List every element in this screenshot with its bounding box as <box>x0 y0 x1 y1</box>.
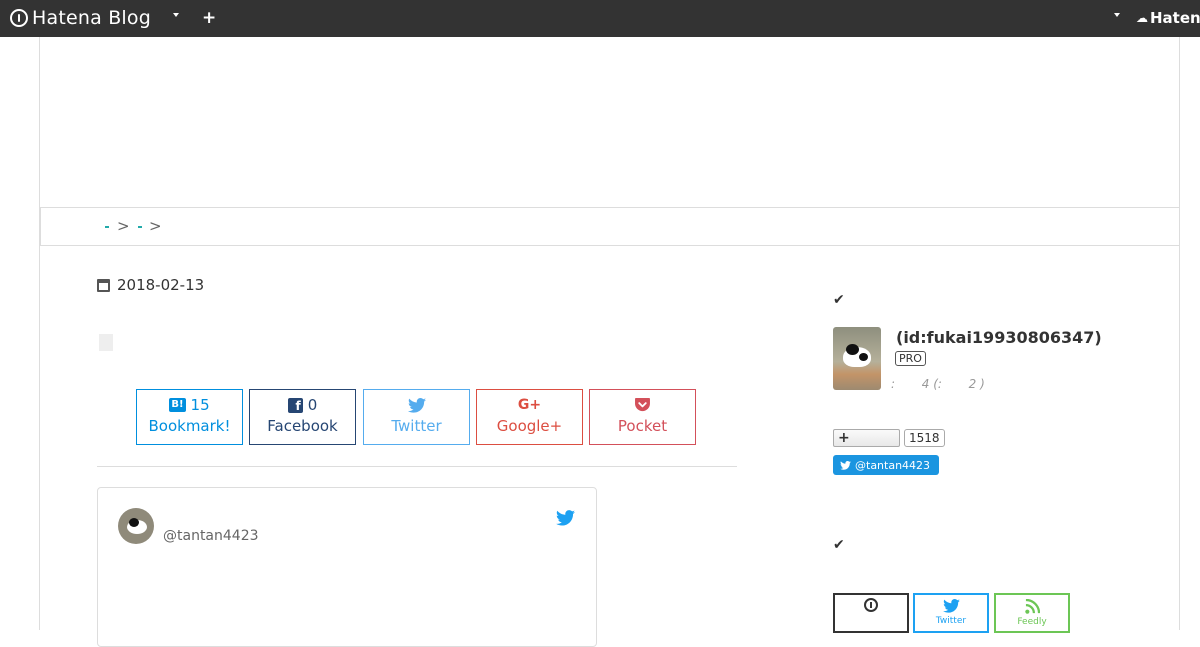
bookmark-label: Bookmark! <box>148 417 231 435</box>
check-icon: ✔ <box>833 292 845 308</box>
twitter-bird-icon[interactable] <box>556 510 575 526</box>
twitter-bird-icon <box>942 599 960 613</box>
hatena-menu[interactable]: ☁ Hatena <box>1136 9 1200 27</box>
facebook-icon: f <box>287 397 303 413</box>
profile-stats: : 4 (: 2 ) <box>891 377 985 391</box>
google-plus-label: Google+ <box>496 417 563 435</box>
user-menu-caret-icon[interactable] <box>1114 13 1120 17</box>
share-divider <box>97 466 737 467</box>
pocket-label: Pocket <box>617 417 668 435</box>
twitter-bird-icon <box>407 397 426 413</box>
breadcrumb-separator: > <box>117 217 130 235</box>
facebook-label: Facebook <box>267 417 338 435</box>
breadcrumb: > > <box>40 207 1180 246</box>
twitter-follow-label: @tantan4423 <box>855 458 931 472</box>
tweet-avatar[interactable] <box>118 508 154 544</box>
check-icon: ✔ <box>833 537 845 553</box>
twitter-share-button[interactable]: Twitter <box>363 389 470 445</box>
hatena-label: Hatena <box>1150 9 1200 27</box>
google-plus-icon: G+ <box>517 397 542 413</box>
subscribe-feedly-label: Feedly <box>1017 617 1047 627</box>
hatena-logo-icon <box>10 9 28 27</box>
plus-icon[interactable]: + <box>202 8 216 28</box>
subscribe-hatena-button[interactable] <box>833 593 909 633</box>
hatena-bookmark-button[interactable]: B! 15 Bookmark! <box>136 389 243 445</box>
breadcrumb-link-category[interactable] <box>138 226 142 228</box>
twitter-bird-icon <box>840 460 851 470</box>
google-plus-share-button[interactable]: G+ Google+ <box>476 389 583 445</box>
twitter-label: Twitter <box>391 417 442 435</box>
tweet-username[interactable]: @tantan4423 <box>163 528 259 544</box>
global-header: Hatena Blog + ☁ Hatena <box>0 0 1200 37</box>
hatena-blog-logo[interactable]: Hatena Blog <box>10 7 151 29</box>
entry-date[interactable]: 2018-02-13 <box>97 276 204 294</box>
breadcrumb-separator: > <box>149 217 162 235</box>
subscribe-twitter-button[interactable]: Twitter <box>913 593 989 633</box>
twitter-follow-button[interactable]: @tantan4423 <box>833 455 939 475</box>
pocket-icon <box>635 398 650 412</box>
facebook-count: 0 <box>307 396 318 414</box>
subscribe-feedly-button[interactable]: Feedly <box>994 593 1070 633</box>
hatena-bookmark-icon: B! <box>169 398 186 412</box>
calendar-icon <box>97 278 110 292</box>
hatena-cloud-icon: ☁ <box>1136 11 1148 25</box>
profile-avatar[interactable] <box>833 327 881 390</box>
rss-icon <box>1024 598 1040 614</box>
entry-date-text: 2018-02-13 <box>117 276 205 294</box>
pro-badge: PRO <box>895 351 926 366</box>
subscribe-twitter-label: Twitter <box>935 616 967 626</box>
entry-image-placeholder <box>99 334 113 351</box>
embedded-tweet[interactable]: @tantan4423 <box>97 487 597 647</box>
blog-menu-caret-icon[interactable] <box>173 13 179 17</box>
bookmark-count: 15 <box>190 396 210 414</box>
profile-id[interactable]: (id:fukai19930806347) <box>896 328 1102 347</box>
hatena-follow-button[interactable]: + <box>833 429 900 447</box>
breadcrumb-link-home[interactable] <box>105 226 109 228</box>
hatena-logo-icon <box>864 598 878 612</box>
follower-count: 1518 <box>904 429 945 447</box>
facebook-share-button[interactable]: f 0 Facebook <box>249 389 356 445</box>
logo-text: Hatena Blog <box>32 7 151 29</box>
pocket-share-button[interactable]: Pocket <box>589 389 696 445</box>
plus-icon: + <box>838 430 850 446</box>
